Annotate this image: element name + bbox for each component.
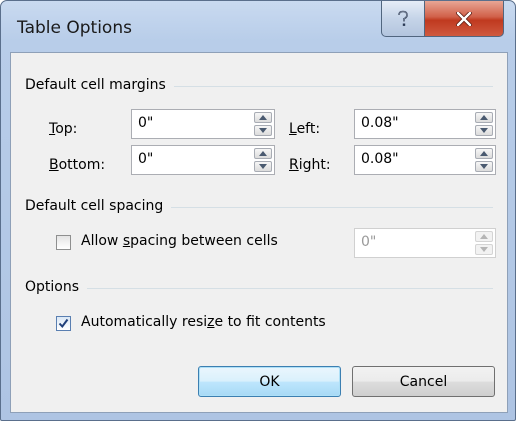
left-margin-spinner[interactable]: 0.08": [354, 109, 496, 139]
checkmark-icon: [58, 318, 69, 329]
help-icon: [398, 10, 408, 26]
allow-spacing-label[interactable]: Allow spacing between cells: [81, 233, 278, 249]
options-heading: Options: [25, 279, 80, 295]
bottom-margin-decrease[interactable]: [254, 161, 272, 172]
triangle-down-icon: [480, 128, 488, 133]
cell-margins-heading: Default cell margins: [25, 77, 166, 93]
cell-spacing-heading: Default cell spacing: [25, 198, 164, 214]
dialog-title: Table Options: [17, 18, 132, 38]
help-button[interactable]: [381, 1, 425, 37]
cell-spacing-value: 0": [361, 234, 377, 250]
triangle-down-icon: [259, 128, 267, 133]
triangle-down-icon: [480, 164, 488, 169]
dialog-body: Default cell margins Top: 0" Left: 0.08"…: [10, 52, 508, 413]
cell-margins-section: Default cell margins: [25, 75, 493, 95]
close-icon: [456, 11, 472, 26]
auto-resize-checkbox[interactable]: [56, 316, 71, 331]
triangle-up-icon: [480, 151, 488, 156]
left-margin-increase[interactable]: [475, 112, 493, 123]
bottom-margin-value[interactable]: 0": [138, 151, 153, 167]
dialog-window: Table Options Default cell margins Top: …: [0, 0, 516, 421]
left-margin-label: Left:: [289, 121, 321, 137]
top-margin-value[interactable]: 0": [138, 115, 153, 131]
right-margin-value[interactable]: 0.08": [361, 151, 399, 167]
triangle-down-icon: [480, 247, 488, 252]
separator-line: [173, 85, 493, 87]
right-margin-increase[interactable]: [475, 148, 493, 159]
bottom-margin-label: Bottom:: [49, 157, 106, 173]
top-margin-increase[interactable]: [254, 112, 272, 123]
bottom-margin-increase[interactable]: [254, 148, 272, 159]
separator-line: [171, 206, 493, 208]
top-margin-label: Top:: [49, 121, 78, 137]
triangle-up-icon: [259, 151, 267, 156]
separator-line: [87, 287, 493, 289]
left-margin-decrease[interactable]: [475, 125, 493, 136]
cell-spacing-increase: [475, 231, 493, 242]
triangle-up-icon: [480, 234, 488, 239]
cell-spacing-section: Default cell spacing: [25, 196, 493, 216]
triangle-up-icon: [259, 115, 267, 120]
left-margin-value[interactable]: 0.08": [361, 115, 399, 131]
cell-spacing-spinner: 0": [354, 228, 496, 258]
close-button[interactable]: [424, 1, 504, 37]
cell-spacing-decrease: [475, 244, 493, 255]
options-section: Options: [25, 277, 493, 297]
right-margin-label: Right:: [289, 157, 331, 173]
top-margin-spinner[interactable]: 0": [131, 109, 275, 139]
bottom-margin-spinner[interactable]: 0": [131, 145, 275, 175]
allow-spacing-checkbox[interactable]: [56, 235, 71, 250]
triangle-down-icon: [259, 164, 267, 169]
triangle-up-icon: [480, 115, 488, 120]
auto-resize-label[interactable]: Automatically resize to fit contents: [81, 314, 326, 330]
right-margin-spinner[interactable]: 0.08": [354, 145, 496, 175]
ok-button[interactable]: OK: [198, 366, 341, 397]
cancel-button[interactable]: Cancel: [352, 366, 495, 397]
right-margin-decrease[interactable]: [475, 161, 493, 172]
top-margin-decrease[interactable]: [254, 125, 272, 136]
